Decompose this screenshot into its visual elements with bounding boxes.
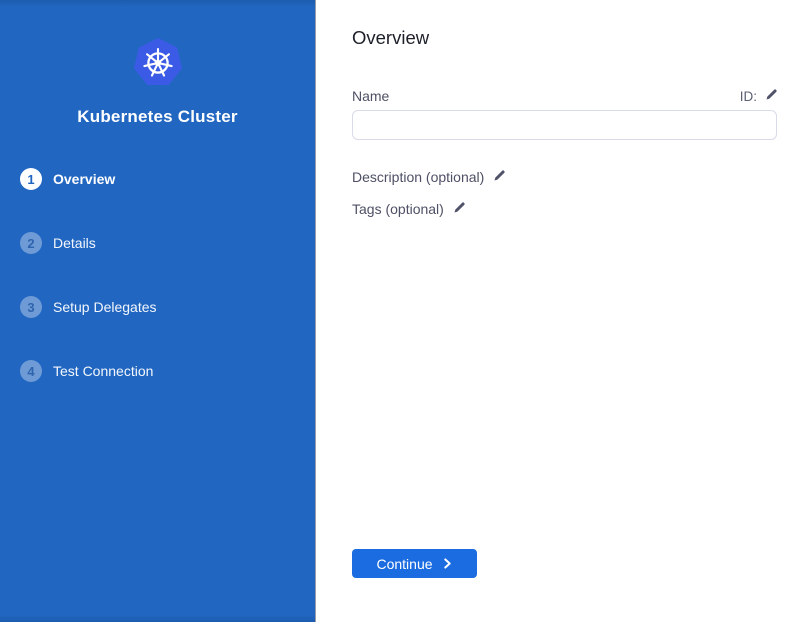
edit-id-button[interactable] (765, 88, 778, 104)
description-field: Description (optional) (352, 169, 778, 185)
step-label: Test Connection (53, 363, 153, 379)
id-edit-group: ID: (740, 88, 778, 104)
step-setup-delegates[interactable]: 3 Setup Delegates (20, 296, 315, 318)
step-number-badge: 2 (20, 232, 42, 254)
edit-pencil-icon (493, 169, 506, 185)
step-overview[interactable]: 1 Overview (20, 168, 315, 190)
connector-wizard-window: Kubernetes Cluster 1 Overview 2 Details … (0, 0, 811, 622)
overview-step-panel: Overview Name ID: Description (optional) (316, 0, 811, 622)
step-details[interactable]: 2 Details (20, 232, 315, 254)
tags-label: Tags (optional) (352, 201, 444, 217)
continue-button[interactable]: Continue (352, 549, 477, 578)
description-label: Description (optional) (352, 169, 484, 185)
edit-pencil-icon (453, 201, 466, 217)
kubernetes-helm-icon (134, 38, 182, 91)
wizard-steps: 1 Overview 2 Details 3 Setup Delegates 4… (0, 168, 315, 382)
wizard-sidebar: Kubernetes Cluster 1 Overview 2 Details … (0, 0, 316, 622)
continue-button-label: Continue (376, 556, 432, 572)
step-label: Setup Delegates (53, 299, 157, 315)
content-spacer (352, 217, 778, 549)
page-title: Overview (352, 27, 778, 49)
step-test-connection[interactable]: 4 Test Connection (20, 360, 315, 382)
step-number-badge: 3 (20, 296, 42, 318)
step-number-badge: 1 (20, 168, 42, 190)
wizard-title: Kubernetes Cluster (0, 107, 315, 127)
name-field-header: Name ID: (352, 88, 778, 104)
connector-logo (0, 38, 315, 91)
edit-pencil-icon (765, 88, 778, 104)
name-input[interactable] (352, 110, 777, 140)
id-label: ID: (740, 89, 757, 104)
tags-field: Tags (optional) (352, 201, 778, 217)
edit-tags-button[interactable] (453, 201, 466, 217)
name-label: Name (352, 88, 389, 104)
step-label: Overview (53, 171, 115, 187)
step-number-badge: 4 (20, 360, 42, 382)
step-label: Details (53, 235, 96, 251)
edit-description-button[interactable] (493, 169, 506, 185)
chevron-right-icon (442, 556, 453, 572)
